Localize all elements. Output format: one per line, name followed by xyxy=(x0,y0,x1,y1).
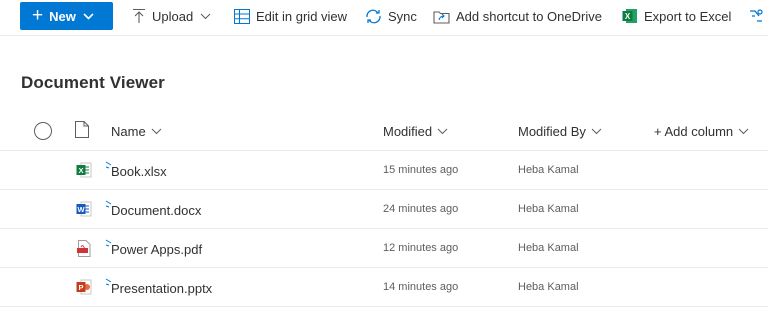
chevron-down-icon xyxy=(83,12,94,20)
export-excel-label: Export to Excel xyxy=(644,8,732,24)
select-all-checkbox[interactable] xyxy=(34,122,52,140)
add-column-label: + Add column xyxy=(654,124,734,139)
modified-time: 12 minutes ago xyxy=(383,242,459,254)
page-title: Document Viewer xyxy=(21,73,165,92)
chevron-down-icon xyxy=(437,128,448,135)
upload-label: Upload xyxy=(152,8,194,24)
svg-text:X: X xyxy=(625,12,631,21)
file-name-link[interactable]: Power Apps.pdf xyxy=(111,242,202,257)
add-shortcut-label: Add shortcut to OneDrive xyxy=(456,8,602,24)
plus-icon: + xyxy=(32,4,44,26)
chevron-down-icon xyxy=(591,128,602,135)
table-row[interactable]: X Book.xlsx 15 minutes ago Heba Kamal xyxy=(0,151,768,190)
upload-button[interactable]: Upload xyxy=(132,6,211,26)
table-row[interactable]: P Presentation.pptx 14 minutes ago Heba … xyxy=(0,268,768,307)
powerpoint-file-icon: P xyxy=(76,279,92,300)
table-row[interactable]: W Document.docx 24 minutes ago Heba Kama… xyxy=(0,190,768,229)
file-name-link[interactable]: Presentation.pptx xyxy=(111,281,212,296)
sync-button[interactable]: Sync xyxy=(365,6,417,26)
edit-grid-view-button[interactable]: Edit in grid view xyxy=(234,6,347,26)
new-button-label: New xyxy=(49,8,76,24)
modified-time: 14 minutes ago xyxy=(383,281,459,293)
excel-icon: X xyxy=(622,8,638,24)
file-name-link[interactable]: Book.xlsx xyxy=(111,164,167,179)
column-header-name[interactable]: Name xyxy=(111,124,162,139)
add-shortcut-button[interactable]: Add shortcut to OneDrive xyxy=(433,6,602,26)
modified-time: 15 minutes ago xyxy=(383,164,459,176)
column-header-modified-label: Modified xyxy=(383,124,433,139)
grid-icon xyxy=(234,8,250,24)
svg-text:W: W xyxy=(77,205,85,214)
sync-icon xyxy=(365,9,382,24)
modified-by-user[interactable]: Heba Kamal xyxy=(518,242,579,254)
chevron-down-icon xyxy=(200,13,211,20)
sync-label: Sync xyxy=(388,8,417,24)
export-excel-button[interactable]: X Export to Excel xyxy=(622,6,731,26)
new-button[interactable]: + New xyxy=(20,2,113,30)
table-header: Name Modified Modified By + Add column xyxy=(0,112,768,151)
flow-icon xyxy=(748,8,764,24)
chevron-down-icon xyxy=(738,128,749,135)
modified-by-user[interactable]: Heba Kamal xyxy=(518,203,579,215)
word-file-icon: W xyxy=(76,201,92,222)
table-row[interactable]: Power Apps.pdf 12 minutes ago Heba Kamal xyxy=(0,229,768,268)
add-column-button[interactable]: + Add column xyxy=(654,124,749,139)
file-name-link[interactable]: Document.docx xyxy=(111,203,201,218)
column-header-modified-by[interactable]: Modified By xyxy=(518,124,602,139)
edit-grid-view-label: Edit in grid view xyxy=(256,8,348,24)
file-type-icon xyxy=(75,121,89,143)
upload-icon xyxy=(132,8,146,24)
chevron-down-icon xyxy=(151,128,162,135)
pdf-file-icon xyxy=(76,240,92,262)
modified-by-user[interactable]: Heba Kamal xyxy=(518,281,579,293)
svg-text:X: X xyxy=(78,166,83,175)
svg-text:P: P xyxy=(78,283,83,292)
modified-by-user[interactable]: Heba Kamal xyxy=(518,164,579,176)
flow-button[interactable] xyxy=(748,6,768,26)
column-header-modified[interactable]: Modified xyxy=(383,124,448,139)
column-header-name-label: Name xyxy=(111,124,146,139)
modified-time: 24 minutes ago xyxy=(383,203,459,215)
shortcut-icon xyxy=(433,9,450,24)
excel-file-icon: X xyxy=(76,162,92,183)
column-header-modified-by-label: Modified By xyxy=(518,124,586,139)
command-bar: + New Upload Edit in grid view Sync Add … xyxy=(0,0,768,36)
